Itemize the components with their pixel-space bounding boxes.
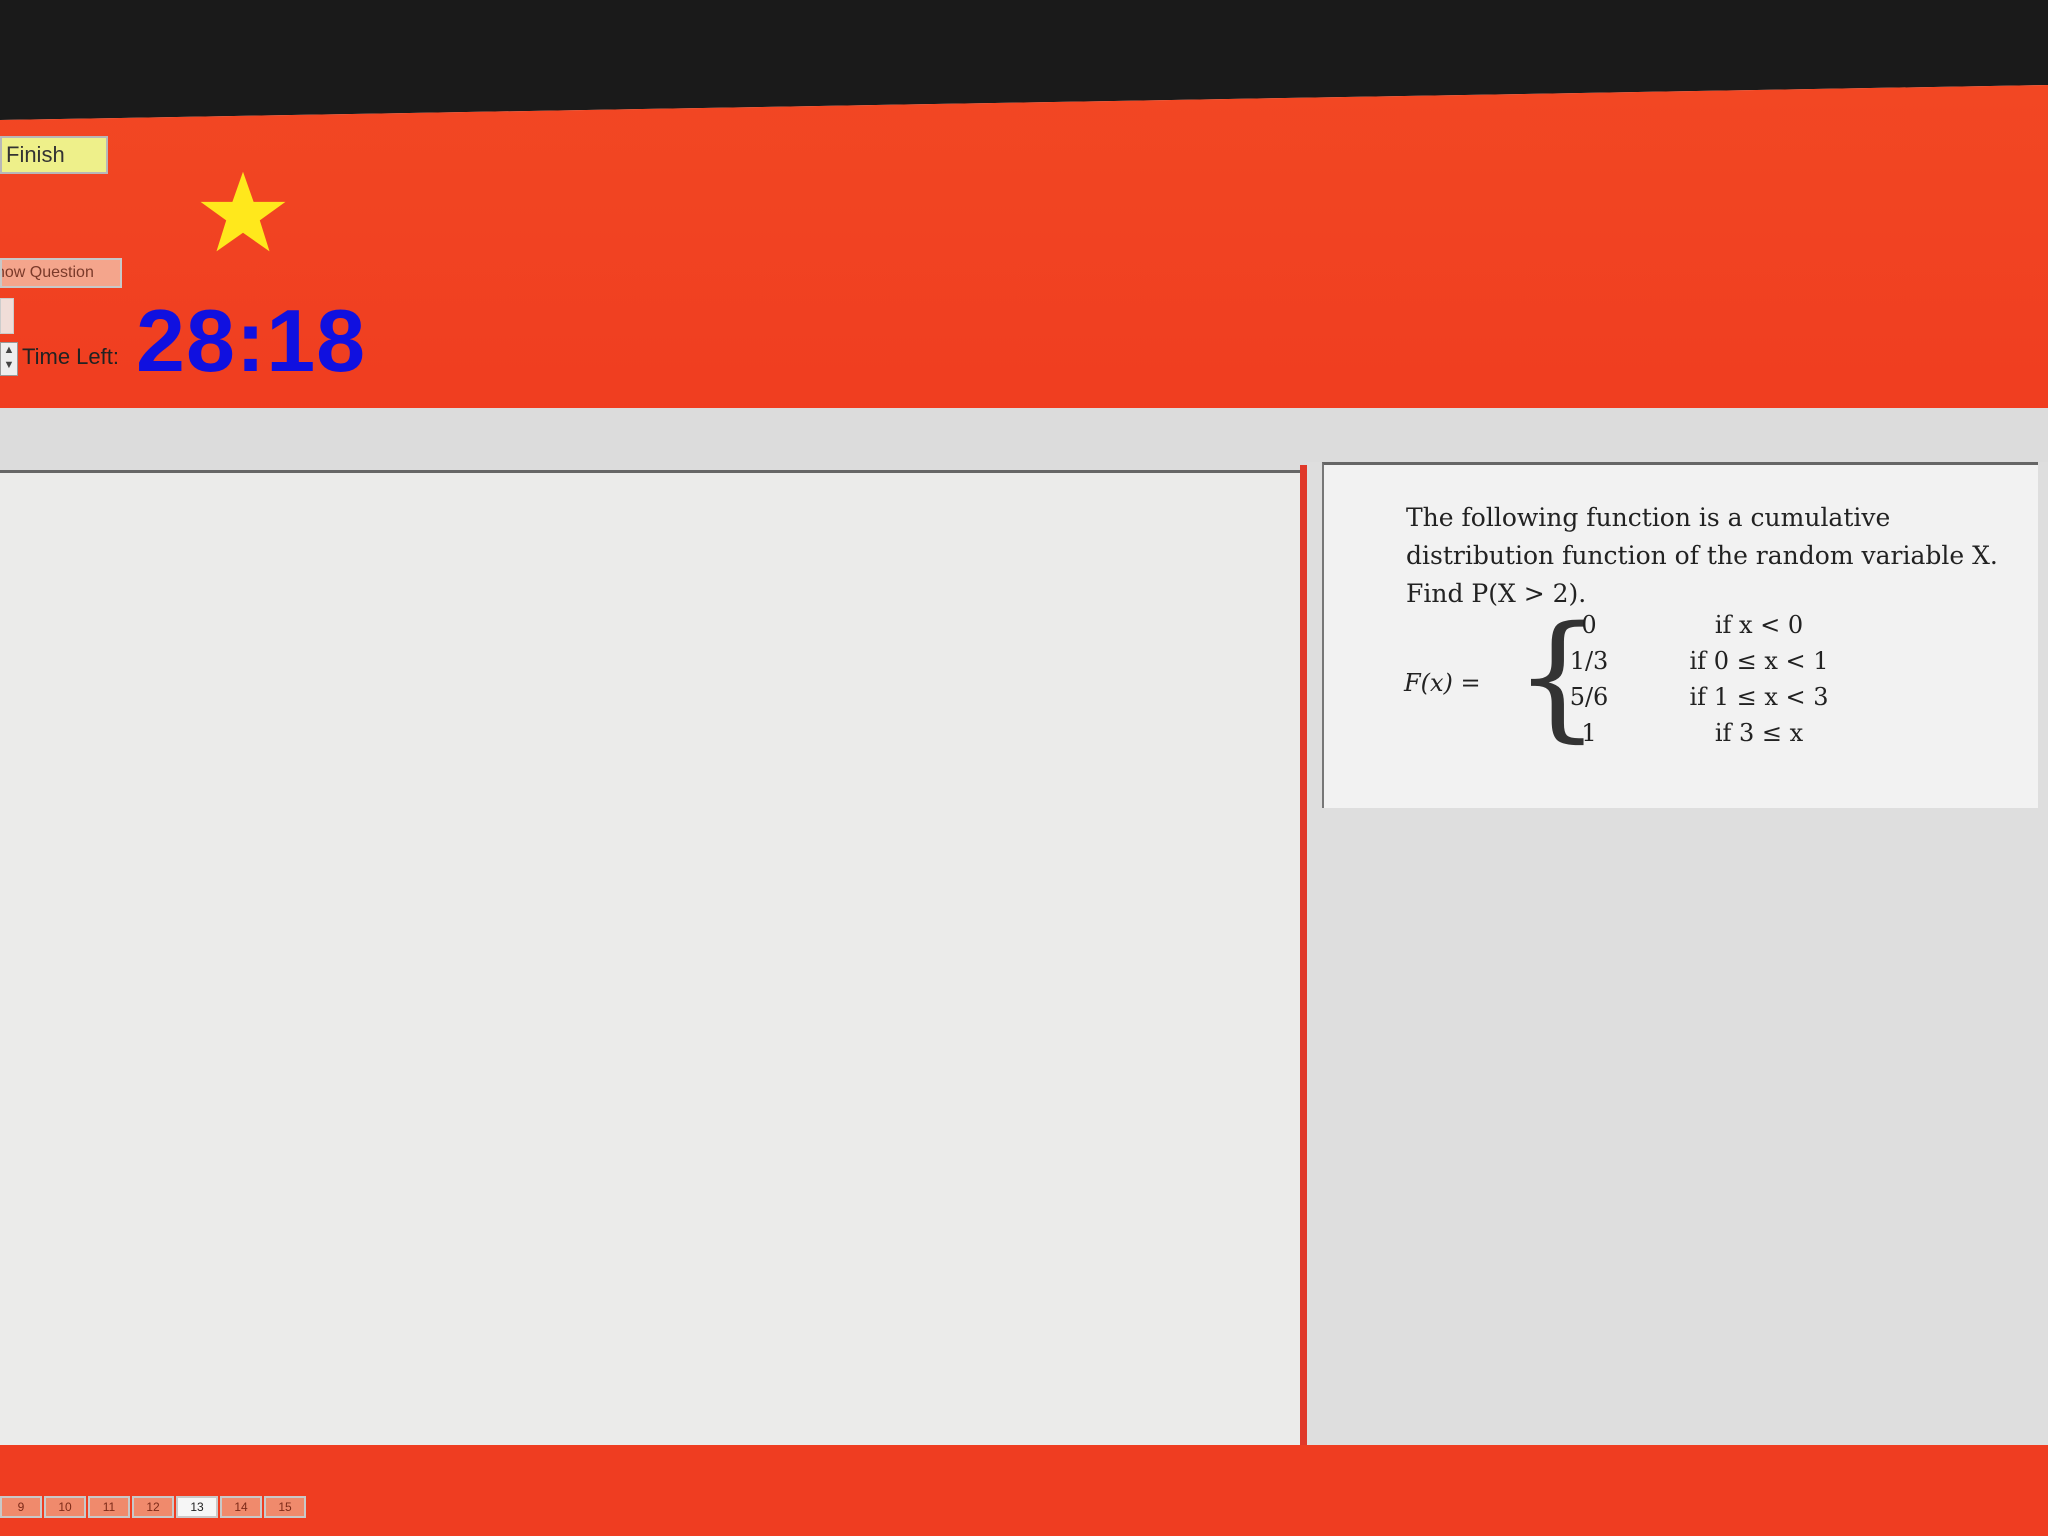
exam-screen: Finish how Question ▲ ▼ Time Left: 28:18 … [0,85,2048,1536]
footer-bar: 9 10 11 12 13 14 15 [0,1445,2048,1536]
spinner-icon[interactable]: ▲ ▼ [0,342,18,376]
question-nav-button[interactable]: 10 [44,1496,86,1518]
header-bar: Finish how Question ▲ ▼ Time Left: 28:18 [0,85,2048,415]
timer-value: 28:18 [136,291,367,390]
case-value: 1/3 [1569,647,1609,675]
answer-pane[interactable] [0,470,1300,1448]
question-nav-button-current[interactable]: 13 [176,1496,218,1518]
finish-button[interactable]: Finish [0,136,108,174]
show-question-button[interactable]: how Question [0,258,122,288]
case-value: 1 [1581,719,1597,747]
case-condition: if x < 0 [1714,611,1804,639]
toolbar-strip [0,408,2048,470]
question-nav-button[interactable]: 9 [0,1496,42,1518]
case-value: 0 [1581,611,1597,639]
time-left-label: Time Left: [22,344,119,369]
case-value: 5/6 [1569,683,1609,711]
question-nav-button[interactable]: 15 [264,1496,306,1518]
question-nav-button[interactable]: 12 [132,1496,174,1518]
case-condition: if 0 ≤ x < 1 [1689,647,1829,675]
question-nav-button[interactable]: 11 [88,1496,130,1518]
question-nav: 9 10 11 12 13 14 15 [0,1496,306,1520]
formula-label: F(x) = [1404,669,1481,697]
star-icon [200,171,286,252]
pane-divider[interactable] [1300,465,1307,1445]
side-control[interactable] [0,298,14,334]
case-condition: if 1 ≤ x < 3 [1689,683,1829,711]
question-nav-button[interactable]: 14 [220,1496,262,1518]
cdf-formula: F(x) = { 0 if x < 0 1/3 if 0 ≤ x < 1 5/6… [1404,605,2004,765]
question-box: The following function is a cumulative d… [1322,462,2038,808]
case-condition: if 3 ≤ x [1714,719,1804,747]
question-text: The following function is a cumulative d… [1406,503,1998,608]
